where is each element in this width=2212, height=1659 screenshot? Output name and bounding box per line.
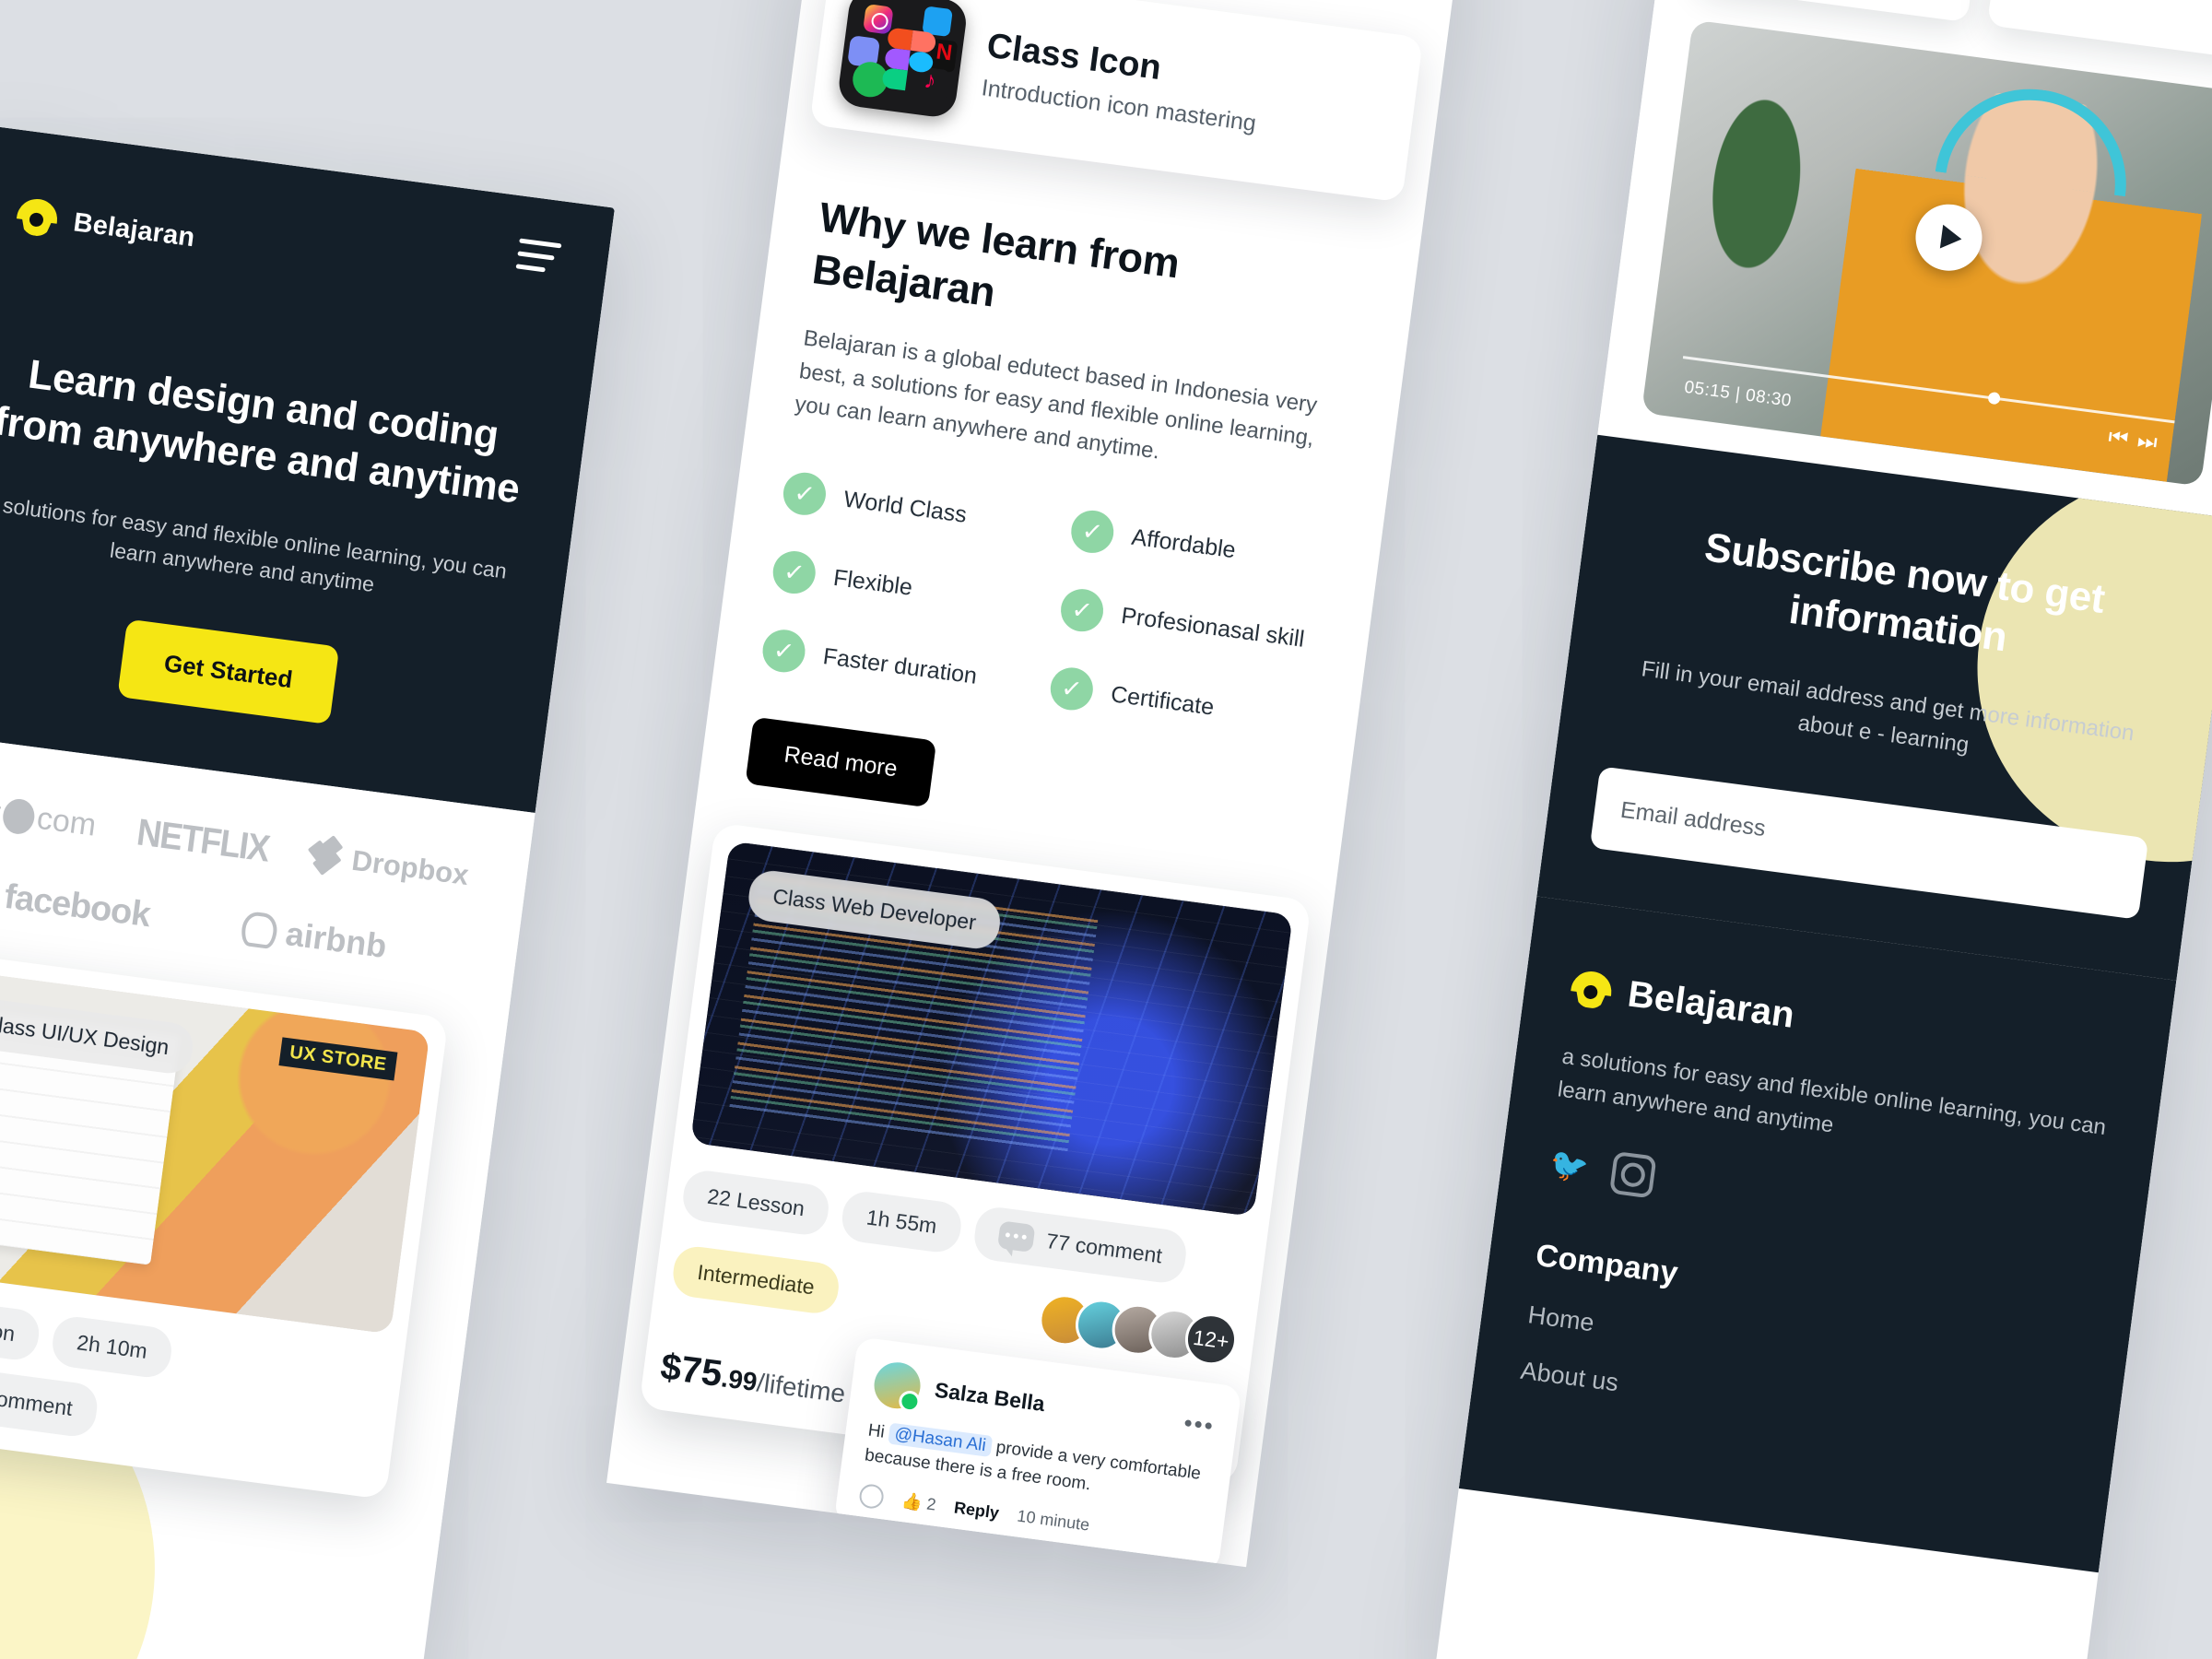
feature-item: ✓ Flexible (770, 548, 1037, 626)
video-player[interactable]: 05:15 | 08:30 ⏮⏭ (1641, 19, 2212, 487)
feature-item: ✓ Affordable (1068, 508, 1335, 584)
video-section: Indonesia very best. 05:15 | 08:30 ⏮⏭ (1597, 0, 2212, 520)
logo-dropbox: Dropbox (307, 834, 471, 891)
duration-pill: 2h 10m (50, 1313, 174, 1380)
mockup-screen-subscribe: Indonesia very best. 05:15 | 08:30 ⏮⏭ Su… (1434, 0, 2212, 1659)
student-avatars: 12+ (1035, 1291, 1241, 1369)
uxstore-badge: UX STORE (278, 1037, 398, 1081)
comment-timestamp: 10 minute (1016, 1505, 1091, 1535)
lessons-pill: 17 Lesson (0, 1292, 42, 1363)
check-icon: ✓ (1047, 665, 1096, 713)
comments-pill[interactable]: 59 comment (0, 1358, 100, 1439)
mini-card (1986, 0, 2212, 61)
brand-row: Belajaran (15, 194, 554, 305)
check-icon: ✓ (781, 470, 829, 518)
subscribe-section: Subscribe now to get information Fill in… (1536, 434, 2212, 981)
course-tag: Class Web Developer (746, 868, 1004, 952)
hero-title: Learn design and coding from anywhere an… (0, 351, 523, 512)
video-timestamp: 05:15 | 08:30 (1683, 377, 1794, 411)
app-grid-icon (836, 0, 970, 120)
feature-item: ✓ World Class (781, 470, 1047, 547)
hero-section: Belajaran Learn design and coding from a… (0, 124, 616, 813)
more-horizontal-icon[interactable]: ••• (1182, 1409, 1217, 1441)
reply-button[interactable]: Reply (953, 1498, 1000, 1523)
check-icon: ✓ (770, 548, 818, 597)
mockup-screen-about: Class Icon Introduction icon mastering W… (606, 0, 1464, 1568)
feature-item: ✓ Certificate (1047, 665, 1314, 742)
lessons-pill: 22 Lesson (680, 1168, 832, 1238)
mockup-screen-home: Belajaran Learn design and coding from a… (0, 124, 616, 1659)
get-started-button[interactable]: Get Started (117, 618, 340, 724)
course-tag: Class UI/UX Design (0, 994, 196, 1077)
duration-pill: 1h 55m (839, 1188, 964, 1255)
course-card-uiux[interactable]: UX STORE Class UI/UX Design 17 Lesson 2h… (0, 948, 449, 1500)
feature-label: Faster duration (821, 642, 979, 689)
mockup-showcase-canvas: Belajaran Learn design and coding from a… (0, 0, 2212, 1659)
feature-label: World Class (841, 486, 969, 528)
logo-tiket-com: tiket com (0, 788, 99, 843)
course-price: $75.99/lifetime (658, 1347, 847, 1409)
why-learn-section: Why we learn from Belajaran Belajaran is… (700, 122, 1426, 863)
feature-label: Flexible (831, 564, 914, 601)
decorative-plant (1678, 53, 1835, 314)
course-thumbnail: UX STORE Class UI/UX Design (0, 967, 430, 1335)
partner-logos-row-1: tiket com NETFLIX Dropbox (0, 784, 492, 898)
mini-card: Indonesia very best. (1697, 0, 1982, 23)
helmet-logo-icon (15, 194, 60, 240)
level-pill: Intermediate (670, 1243, 841, 1316)
read-more-button[interactable]: Read more (745, 717, 936, 808)
comment-bubble-icon (996, 1220, 1036, 1253)
check-icon: ✓ (1068, 508, 1117, 557)
check-icon: ✓ (759, 627, 808, 676)
course-thumbnail: Class Web Developer (689, 841, 1293, 1218)
logo-airbnb: airbnb (240, 909, 389, 966)
hamburger-menu-icon[interactable] (515, 238, 562, 274)
logo-facebook: facebook (2, 877, 153, 935)
instagram-icon[interactable] (1608, 1150, 1657, 1199)
check-icon: ✓ (1058, 586, 1106, 635)
footer-brand-name: Belajaran (1625, 973, 1797, 1036)
figma-icon (881, 27, 938, 93)
feature-label: Certificate (1109, 681, 1216, 721)
features-grid: ✓ World Class ✓ Affordable ✓ Flexible ✓ … (759, 470, 1335, 742)
hero-subtitle: a solutions for easy and flexible online… (0, 490, 509, 597)
brand-name: Belajaran (71, 206, 197, 253)
avatar (871, 1359, 924, 1412)
feature-item: ✓ Faster duration (759, 627, 1027, 704)
dropbox-icon (307, 834, 345, 876)
airbnb-icon (240, 910, 279, 950)
email-placeholder: Email address (1618, 796, 1768, 842)
twitter-icon[interactable]: 🐦 (1546, 1143, 1594, 1191)
emoji-face-icon[interactable] (858, 1482, 886, 1511)
feature-item: ✓ Profesionasal skill (1058, 586, 1324, 664)
tiket-dot-icon (1, 796, 37, 836)
comment-author: Salza Bella (933, 1378, 1047, 1417)
logo-netflix: NETFLIX (135, 810, 272, 870)
like-count[interactable]: 👍 2 (900, 1490, 937, 1514)
feature-label: Affordable (1130, 524, 1238, 564)
comments-pill[interactable]: 77 comment (971, 1205, 1190, 1286)
feature-label: Profesionasal skill (1119, 602, 1306, 653)
partner-logos-section: tiket com NETFLIX Dropbox facebook airbn… (0, 728, 535, 1659)
helmet-logo-icon (1569, 967, 1615, 1012)
footer-section: Belajaran a solutions for easy and flexi… (1458, 896, 2177, 1573)
